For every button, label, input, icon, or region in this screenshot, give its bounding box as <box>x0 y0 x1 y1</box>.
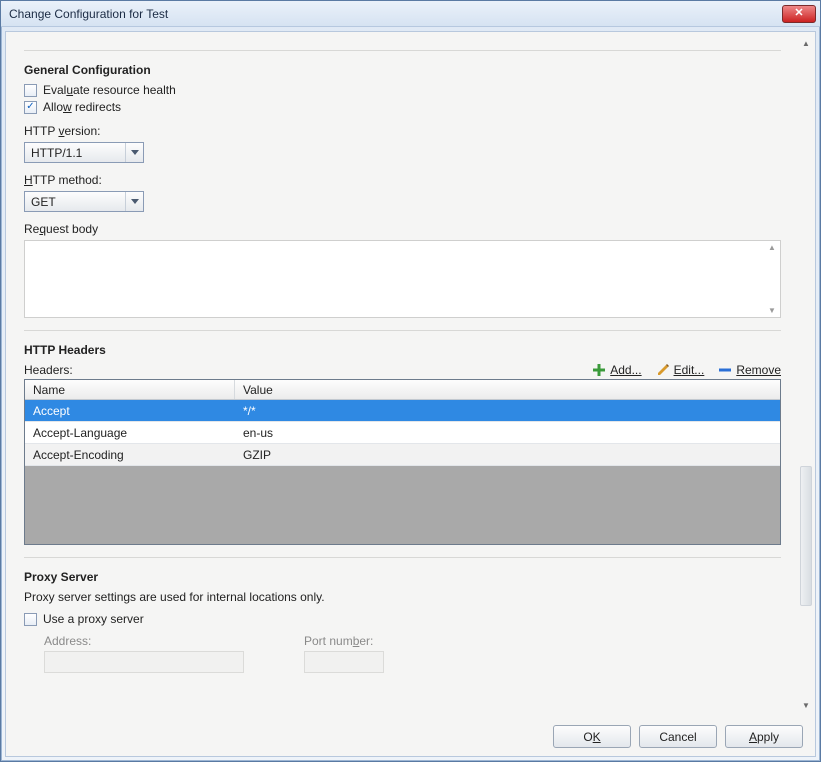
ok-button[interactable]: OK <box>553 725 631 748</box>
cell-name: Accept-Language <box>25 426 235 440</box>
use-proxy-checkbox[interactable] <box>24 613 37 626</box>
http-version-value: HTTP/1.1 <box>31 146 82 160</box>
textarea-scrollbar[interactable]: ▲ ▼ <box>766 243 778 315</box>
edit-header-button[interactable]: Edit... <box>656 363 705 377</box>
vertical-scrollbar[interactable]: ▲ ▼ <box>799 36 813 712</box>
plus-icon <box>592 363 606 377</box>
pencil-icon <box>656 363 670 377</box>
request-body-label: Request body <box>24 222 781 236</box>
proxy-port-input[interactable] <box>304 651 384 673</box>
table-row[interactable]: Accept-Encoding GZIP <box>25 444 780 466</box>
evaluate-health-checkbox[interactable] <box>24 84 37 97</box>
proxy-address-label: Address: <box>44 634 244 648</box>
cell-name: Accept <box>25 404 235 418</box>
table-row[interactable]: Accept-Language en-us <box>25 422 780 444</box>
cancel-button[interactable]: Cancel <box>639 725 717 748</box>
add-header-label: Add... <box>610 363 641 377</box>
client-area: General Configuration Evaluate resource … <box>5 31 816 757</box>
headers-table-head: Name Value <box>25 380 780 400</box>
http-version-label: HTTP version: <box>24 124 781 138</box>
scroll-up-icon: ▲ <box>768 243 776 252</box>
scroll-down-icon: ▼ <box>799 698 813 712</box>
chevron-down-icon <box>125 143 143 162</box>
http-version-select[interactable]: HTTP/1.1 <box>24 142 144 163</box>
minus-icon <box>718 363 732 377</box>
cell-value: en-us <box>235 426 780 440</box>
close-button[interactable]: ✕ <box>782 5 816 23</box>
content-pane: General Configuration Evaluate resource … <box>6 32 799 716</box>
apply-button[interactable]: Apply <box>725 725 803 748</box>
proxy-address-input[interactable] <box>44 651 244 673</box>
close-icon: ✕ <box>794 8 803 19</box>
allow-redirects-label: Allow redirects <box>43 100 121 114</box>
allow-redirects-checkbox[interactable] <box>24 101 37 114</box>
headers-table[interactable]: Name Value Accept */* Accept-Language en… <box>24 379 781 545</box>
proxy-heading: Proxy Server <box>24 570 781 584</box>
evaluate-health-label: Evaluate resource health <box>43 83 176 97</box>
scroll-thumb[interactable] <box>800 466 812 606</box>
proxy-note: Proxy server settings are used for inter… <box>24 590 781 604</box>
headers-label: Headers: <box>24 363 73 377</box>
add-header-button[interactable]: Add... <box>592 363 641 377</box>
table-row[interactable]: Accept */* <box>25 400 780 422</box>
window-title: Change Configuration for Test <box>9 7 782 21</box>
col-name[interactable]: Name <box>25 380 235 399</box>
scroll-up-icon: ▲ <box>799 36 813 50</box>
http-headers-heading: HTTP Headers <box>24 343 781 357</box>
remove-header-button[interactable]: Remove <box>718 363 781 377</box>
scroll-down-icon: ▼ <box>768 306 776 315</box>
dialog-window: Change Configuration for Test ✕ General … <box>0 0 821 762</box>
edit-header-label: Edit... <box>674 363 705 377</box>
request-body-textarea[interactable]: ▲ ▼ <box>24 240 781 318</box>
use-proxy-label: Use a proxy server <box>43 612 144 626</box>
dialog-button-bar: OK Cancel Apply <box>553 725 803 748</box>
http-method-value: GET <box>31 195 56 209</box>
cell-value: */* <box>235 404 780 418</box>
col-value[interactable]: Value <box>235 380 780 399</box>
cell-value: GZIP <box>235 448 780 462</box>
http-method-select[interactable]: GET <box>24 191 144 212</box>
http-method-label: HTTP method: <box>24 173 781 187</box>
title-bar: Change Configuration for Test ✕ <box>1 1 820 27</box>
chevron-down-icon <box>125 192 143 211</box>
cell-name: Accept-Encoding <box>25 448 235 462</box>
remove-header-label: Remove <box>736 363 781 377</box>
general-heading: General Configuration <box>24 63 781 77</box>
proxy-port-label: Port number: <box>304 634 384 648</box>
